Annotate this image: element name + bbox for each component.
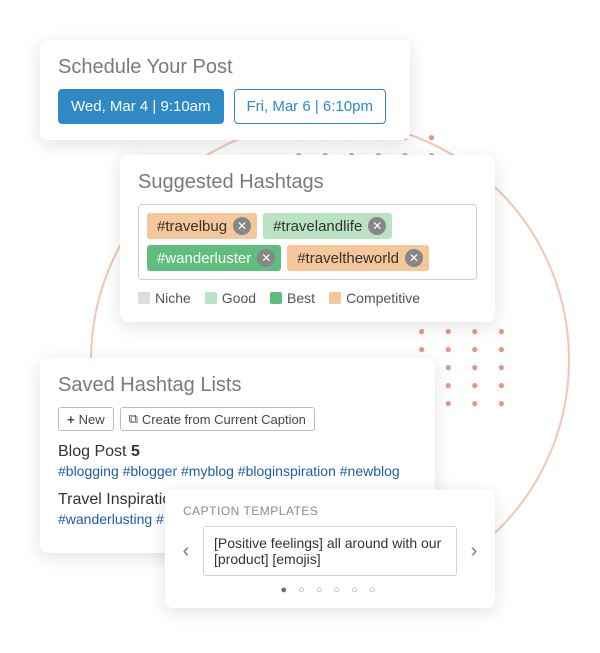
hashtag-well[interactable]: #travelbug ✕ #travelandlife ✕ #wanderluster ✕…: [138, 204, 477, 280]
remove-hashtag-icon[interactable]: ✕: [405, 249, 423, 267]
chevron-left-icon: ‹: [183, 540, 190, 563]
create-from-caption-label: Create from Current Caption: [142, 412, 306, 427]
hashtag-text: #travelbug: [157, 218, 227, 235]
hashtag-text: #traveltheworld: [297, 250, 399, 267]
legend-competitive: Competitive: [346, 290, 420, 306]
saved-list-item[interactable]: Blog Post 5 #blogging #blogger #myblog #b…: [58, 443, 417, 479]
legend-good: Good: [222, 290, 256, 306]
hashtag-text: #wanderluster: [157, 250, 251, 267]
copy-icon: ⧉: [129, 411, 138, 427]
hashtag-chip[interactable]: #travelbug ✕: [147, 213, 257, 239]
plus-icon: +: [67, 412, 75, 427]
caption-templates-card: CAPTION TEMPLATES ‹ [Positive feelings] …: [165, 490, 495, 608]
prev-template-button[interactable]: ‹: [173, 531, 199, 571]
caption-template-text[interactable]: [Positive feelings] all around with our …: [203, 526, 457, 576]
saved-list-title: Blog Post 5: [58, 443, 417, 461]
remove-hashtag-icon[interactable]: ✕: [233, 217, 251, 235]
hashtag-text: #travelandlife: [273, 218, 362, 235]
saved-list-hashtags: #blogging #blogger #myblog #bloginspirat…: [58, 463, 417, 479]
schedule-slot-2[interactable]: Fri, Mar 6 | 6:10pm: [234, 89, 386, 124]
hashtag-chip[interactable]: #wanderluster ✕: [147, 245, 281, 271]
new-list-button[interactable]: + New: [58, 407, 114, 431]
schedule-title: Schedule Your Post: [58, 56, 392, 79]
create-from-caption-button[interactable]: ⧉ Create from Current Caption: [120, 407, 315, 431]
schedule-slot-1[interactable]: Wed, Mar 4 | 9:10am: [58, 89, 224, 124]
suggested-hashtags-card: Suggested Hashtags #travelbug✕#traveland…: [120, 155, 495, 322]
chevron-right-icon: ›: [471, 540, 478, 563]
schedule-card: Schedule Your Post Wed, Mar 4 | 9:10am F…: [40, 40, 410, 140]
suggested-title: Suggested Hashtags: [138, 171, 477, 194]
next-template-button[interactable]: ›: [461, 531, 487, 571]
template-pager: ● ○ ○ ○ ○ ○: [171, 584, 489, 596]
hashtag-chip[interactable]: #travelandlife ✕: [263, 213, 392, 239]
remove-hashtag-icon[interactable]: ✕: [368, 217, 386, 235]
saved-title: Saved Hashtag Lists: [58, 374, 417, 397]
remove-hashtag-icon[interactable]: ✕: [257, 249, 275, 267]
new-list-label: New: [79, 412, 105, 427]
hashtag-legend: Niche Good Best Competitive: [138, 290, 477, 306]
caption-templates-title: CAPTION TEMPLATES: [183, 504, 477, 518]
hashtag-chip[interactable]: #traveltheworld ✕: [287, 245, 429, 271]
legend-best: Best: [287, 290, 315, 306]
legend-niche: Niche: [155, 290, 191, 306]
